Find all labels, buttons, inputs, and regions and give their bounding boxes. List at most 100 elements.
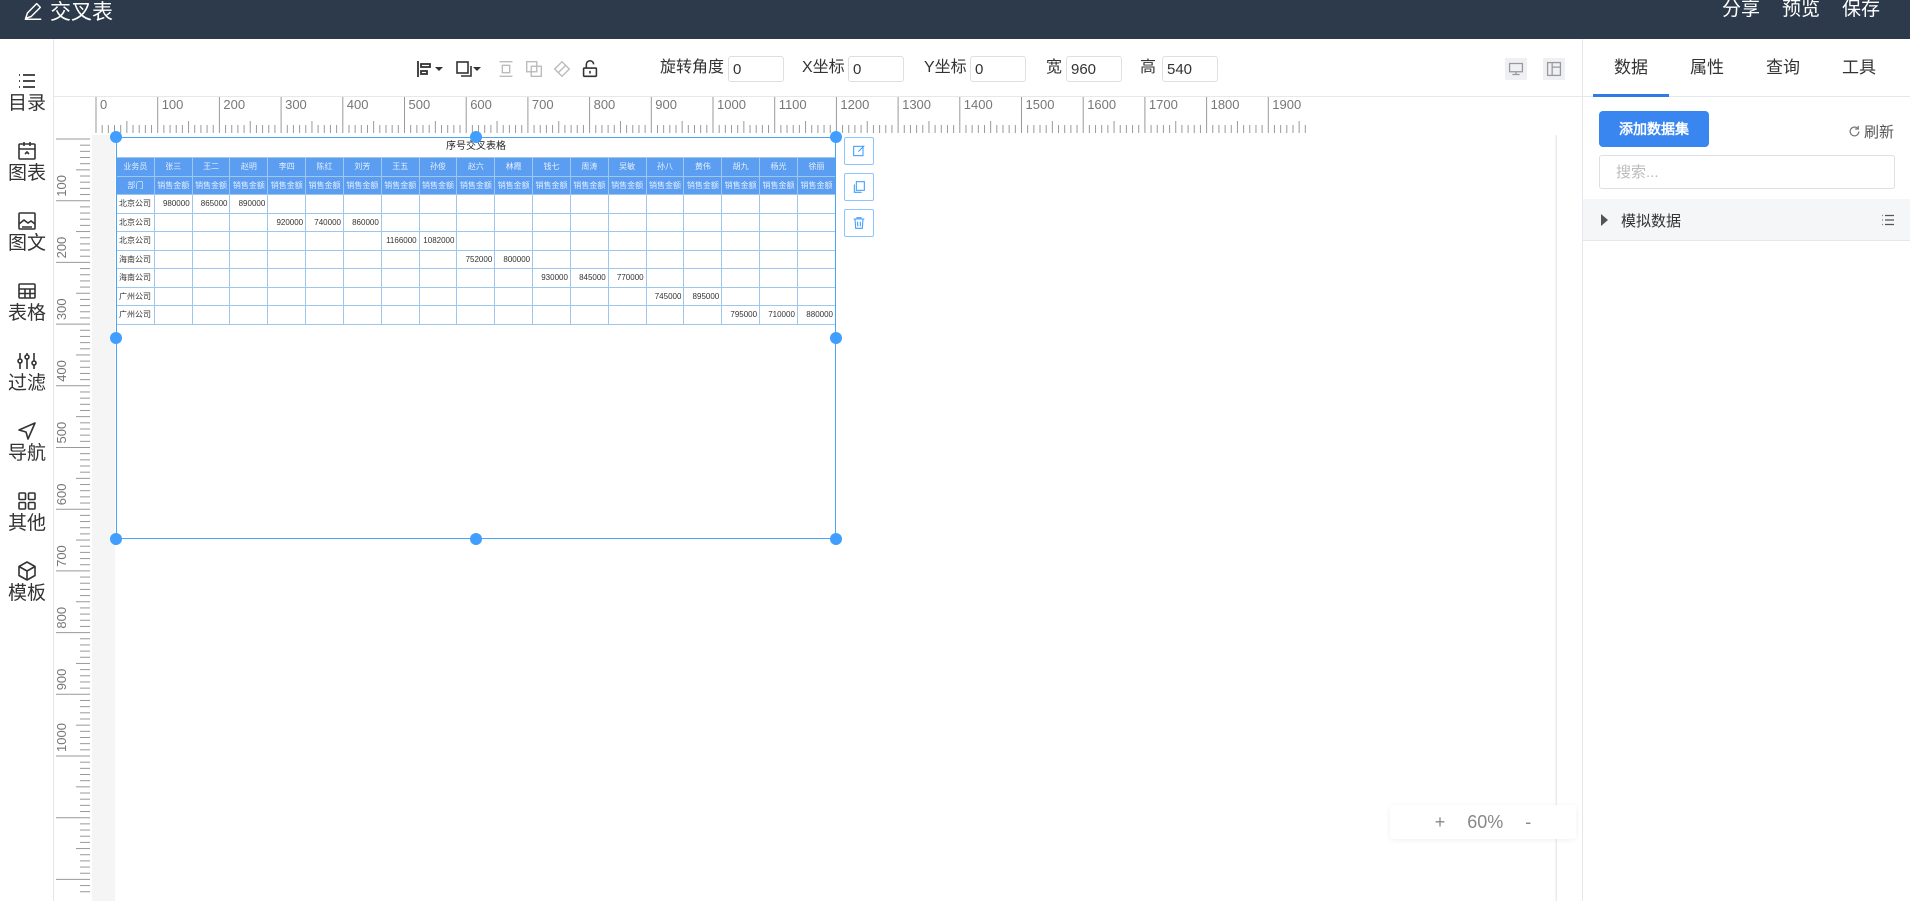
tab-query[interactable]: 查询 bbox=[1745, 39, 1821, 97]
height-label: 高 bbox=[1140, 59, 1157, 76]
sidebar-item-template[interactable]: 模板 bbox=[0, 559, 54, 617]
layout-icon[interactable] bbox=[1542, 57, 1566, 81]
sidebar-item-label: 模板 bbox=[7, 583, 46, 604]
template-icon bbox=[18, 561, 36, 581]
list-menu-icon[interactable] bbox=[1879, 211, 1897, 229]
ruler-label: 1200 bbox=[840, 97, 869, 112]
refresh-button[interactable]: 刷新 bbox=[1847, 121, 1894, 142]
screen-mode-icon[interactable] bbox=[1504, 57, 1528, 81]
ruler-label: 800 bbox=[594, 97, 616, 112]
sidebar-item-image-text[interactable]: 图文 bbox=[0, 209, 54, 267]
resize-handle-left[interactable] bbox=[110, 332, 122, 344]
ruler-label: 1300 bbox=[902, 97, 931, 112]
sidebar-item-label: 图表 bbox=[7, 163, 46, 184]
ruler-label: 1900 bbox=[1272, 97, 1301, 112]
ruler-label: 600 bbox=[54, 483, 69, 505]
grid-apps-icon bbox=[18, 492, 36, 510]
delete-component-button[interactable] bbox=[844, 209, 874, 237]
preview-button[interactable]: 预览 bbox=[1782, 0, 1820, 22]
right-panel: 数据 属性 查询 工具 添加数据集 刷新 模拟数据 bbox=[1582, 39, 1910, 901]
resize-handle-right[interactable] bbox=[830, 332, 842, 344]
sidebar-item-label: 目录 bbox=[7, 93, 46, 114]
tab-data[interactable]: 数据 bbox=[1593, 39, 1669, 97]
width-input[interactable] bbox=[1066, 56, 1122, 82]
add-dataset-button[interactable]: 添加数据集 bbox=[1599, 111, 1709, 147]
ruler-label: 1000 bbox=[717, 97, 746, 112]
ruler-label: 500 bbox=[409, 97, 431, 112]
save-button[interactable]: 保存 bbox=[1842, 0, 1880, 22]
image-text-icon bbox=[18, 212, 36, 230]
caret-right-icon[interactable] bbox=[1601, 214, 1608, 226]
dataset-item[interactable]: 模拟数据 bbox=[1583, 199, 1910, 241]
top-bar: 交叉表 分享 预览 保存 bbox=[0, 0, 1910, 39]
ruler-label: 1000 bbox=[54, 723, 69, 752]
tab-tools[interactable]: 工具 bbox=[1821, 39, 1897, 97]
y-label: Y坐标 bbox=[924, 59, 967, 76]
sidebar-item-label: 过滤 bbox=[7, 373, 46, 394]
resize-handle-top-left[interactable] bbox=[110, 131, 122, 143]
list-icon bbox=[19, 74, 35, 88]
zoom-out-button[interactable]: - bbox=[1525, 812, 1531, 833]
canvas-workspace[interactable]: 0 100 200 300 400 500 600 700 800 900 1000 1100 1200… bbox=[54, 97, 1582, 901]
resize-handle-bottom[interactable] bbox=[470, 533, 482, 545]
ruler-label: 700 bbox=[54, 545, 69, 567]
height-input[interactable] bbox=[1162, 56, 1218, 82]
sidebar-item-label: 导航 bbox=[7, 443, 46, 464]
sidebar-item-other[interactable]: 其他 bbox=[0, 489, 54, 547]
chart-icon bbox=[18, 142, 36, 160]
dataset-name: 模拟数据 bbox=[1621, 213, 1682, 230]
edit-icon bbox=[853, 145, 865, 157]
ruler-label: 1600 bbox=[1087, 97, 1116, 112]
ruler-label: 1500 bbox=[1026, 97, 1055, 112]
navigation-icon bbox=[18, 422, 36, 440]
unlock-icon[interactable] bbox=[578, 57, 602, 81]
table-icon bbox=[18, 283, 36, 299]
sidebar-item-navigation[interactable]: 导航 bbox=[0, 419, 54, 477]
refresh-icon bbox=[1849, 125, 1860, 137]
selected-component-frame[interactable] bbox=[116, 137, 836, 539]
ruler-label: 1700 bbox=[1149, 97, 1178, 112]
y-input[interactable] bbox=[970, 56, 1026, 82]
resize-handle-bottom-right[interactable] bbox=[830, 533, 842, 545]
edit-component-button[interactable] bbox=[844, 137, 874, 165]
ungroup-icon[interactable] bbox=[550, 57, 574, 81]
sidebar-item-table[interactable]: 表格 bbox=[0, 279, 54, 337]
ruler-label: 400 bbox=[347, 97, 369, 112]
group-icon[interactable] bbox=[522, 57, 546, 81]
zoom-control: + 60% - bbox=[1390, 805, 1576, 839]
sidebar-item-label: 表格 bbox=[7, 303, 46, 324]
sidebar-item-catalog[interactable]: 目录 bbox=[0, 69, 54, 127]
share-button[interactable]: 分享 bbox=[1722, 0, 1760, 22]
ruler-corner bbox=[54, 97, 92, 135]
search-input[interactable] bbox=[1599, 155, 1895, 189]
resize-handle-bottom-left[interactable] bbox=[110, 533, 122, 545]
trash-icon bbox=[853, 217, 865, 229]
rotate-input[interactable] bbox=[728, 56, 784, 82]
ruler-label: 800 bbox=[54, 607, 69, 629]
app-title-text: 交叉表 bbox=[50, 1, 113, 24]
edit-pen-icon bbox=[24, 2, 42, 20]
resize-handle-top-right[interactable] bbox=[830, 131, 842, 143]
tab-properties[interactable]: 属性 bbox=[1669, 39, 1745, 97]
width-label: 宽 bbox=[1046, 59, 1063, 76]
resize-handle-top[interactable] bbox=[470, 131, 482, 143]
ruler-label: 100 bbox=[54, 175, 69, 197]
ruler-label: 0 bbox=[100, 97, 107, 112]
sidebar-item-chart[interactable]: 图表 bbox=[0, 139, 54, 197]
rotate-label: 旋转角度 bbox=[660, 59, 725, 76]
ruler-label: 300 bbox=[54, 298, 69, 320]
zoom-level: 60% bbox=[1467, 811, 1504, 832]
chevron-down-icon[interactable] bbox=[470, 57, 484, 81]
distribute-icon[interactable] bbox=[494, 57, 518, 81]
copy-component-button[interactable] bbox=[844, 173, 874, 201]
left-sidebar: 目录 图表 图文 表格 过滤 导航 其他 模板 bbox=[0, 39, 54, 901]
chevron-down-icon[interactable] bbox=[432, 57, 446, 81]
x-label: X坐标 bbox=[802, 59, 845, 76]
vertical-scrollbar[interactable] bbox=[1556, 135, 1582, 901]
x-input[interactable] bbox=[848, 56, 904, 82]
sidebar-item-filter[interactable]: 过滤 bbox=[0, 349, 54, 407]
ruler-label: 200 bbox=[54, 237, 69, 259]
vertical-ruler: 100 200 300 400 500 600 700 800 900 1000 bbox=[54, 135, 92, 901]
zoom-in-button[interactable]: + bbox=[1435, 812, 1446, 833]
ruler-label: 500 bbox=[54, 422, 69, 444]
